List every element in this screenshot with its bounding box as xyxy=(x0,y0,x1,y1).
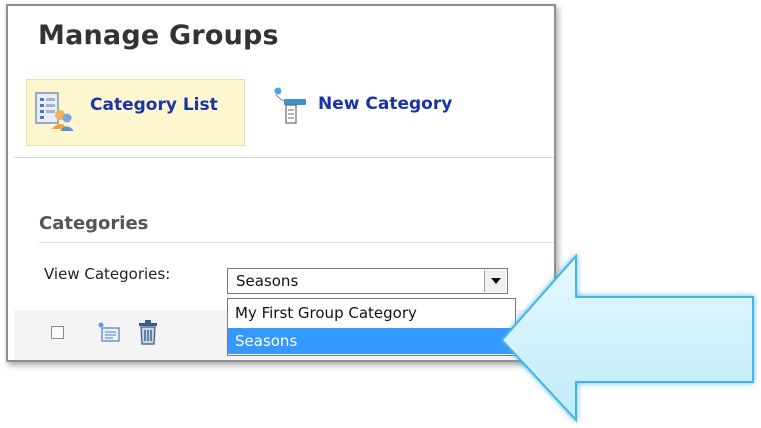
section-title: Categories xyxy=(39,213,149,234)
new-category-label: New Category xyxy=(318,94,453,114)
option-my-first-group-category[interactable]: My First Group Category xyxy=(228,300,515,326)
view-categories-options: My First Group Category Seasons xyxy=(227,298,516,356)
category-list-button[interactable]: Category List xyxy=(26,79,245,146)
select-all-checkbox[interactable] xyxy=(51,326,64,339)
toolbar-divider xyxy=(14,157,554,158)
add-row-icon[interactable] xyxy=(97,321,121,347)
manage-groups-panel: Manage Groups Category List New Category… xyxy=(6,4,556,362)
list-users-icon xyxy=(34,91,74,137)
add-list-icon xyxy=(270,85,308,129)
select-current-value: Seasons xyxy=(236,272,299,290)
page-title: Manage Groups xyxy=(38,20,279,51)
section-divider xyxy=(39,242,554,243)
option-seasons[interactable]: Seasons xyxy=(228,328,515,354)
callout-arrow-icon xyxy=(496,250,758,428)
view-categories-select[interactable]: Seasons xyxy=(227,268,508,294)
trash-icon[interactable] xyxy=(138,319,158,349)
view-categories-label: View Categories: xyxy=(44,265,171,283)
category-list-label: Category List xyxy=(90,95,218,115)
